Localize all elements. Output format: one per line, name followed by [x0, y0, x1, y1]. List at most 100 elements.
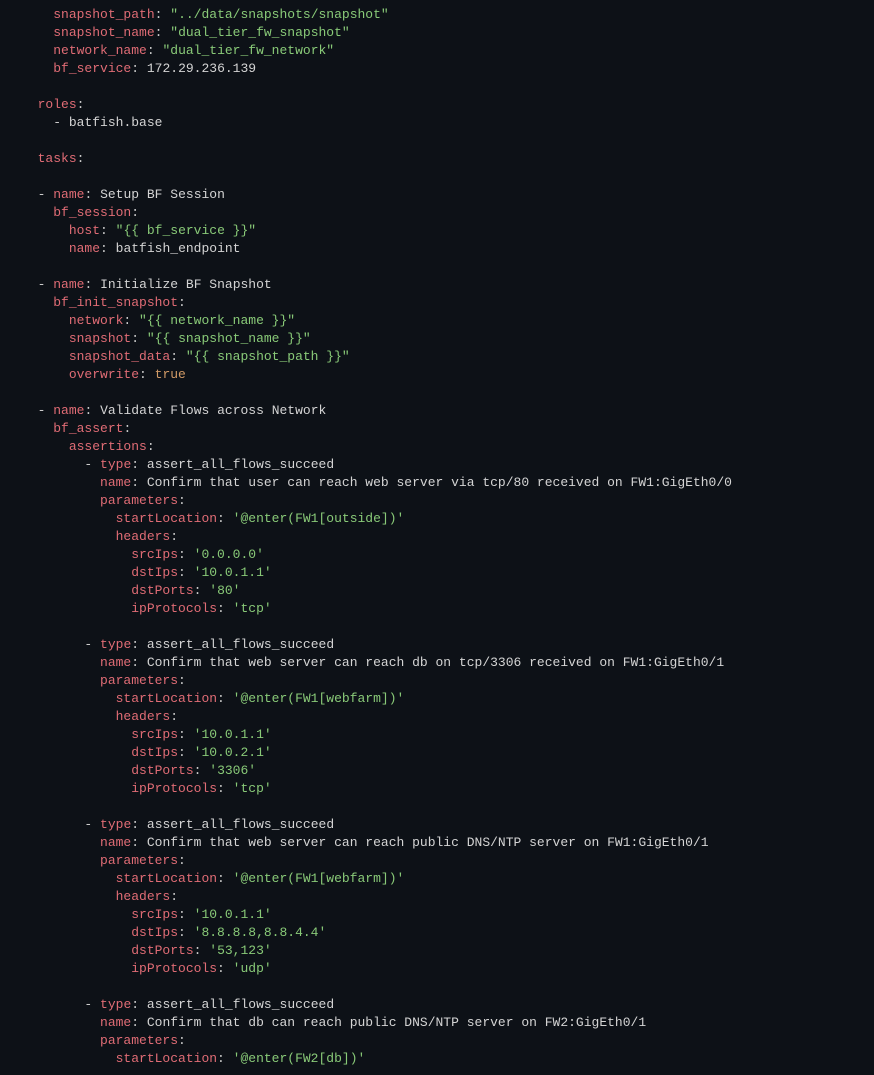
- code-line: ipProtocols: 'tcp': [22, 781, 272, 796]
- code-line: - type: assert_all_flows_succeed: [22, 637, 334, 652]
- yaml-key: startLocation: [116, 871, 217, 886]
- yaml-key: dstPorts: [131, 583, 193, 598]
- code-line: name: batfish_endpoint: [22, 241, 240, 256]
- yaml-scalar: Validate Flows across Network: [100, 403, 326, 418]
- yaml-key: tasks: [38, 151, 77, 166]
- code-line: - type: assert_all_flows_succeed: [22, 457, 334, 472]
- yaml-key: startLocation: [116, 691, 217, 706]
- yaml-string: 'tcp': [233, 781, 272, 796]
- code-line: roles:: [22, 97, 84, 112]
- yaml-scalar: Confirm that user can reach web server v…: [147, 475, 732, 490]
- code-line: - type: assert_all_flows_succeed: [22, 997, 334, 1012]
- code-line: - name: Initialize BF Snapshot: [22, 277, 272, 292]
- yaml-key: bf_init_snapshot: [53, 295, 178, 310]
- code-line: parameters:: [22, 673, 186, 688]
- yaml-key: network_name: [53, 43, 147, 58]
- code-line: name: Confirm that db can reach public D…: [22, 1015, 646, 1030]
- yaml-scalar: Setup BF Session: [100, 187, 225, 202]
- yaml-key: type: [100, 997, 131, 1012]
- code-line: headers:: [22, 709, 178, 724]
- yaml-string: 'udp': [233, 961, 272, 976]
- yaml-string: '10.0.1.1': [194, 907, 272, 922]
- yaml-scalar: assert_all_flows_succeed: [147, 997, 334, 1012]
- code-line: name: Confirm that web server can reach …: [22, 835, 709, 850]
- yaml-key: dstPorts: [131, 763, 193, 778]
- code-line: parameters:: [22, 493, 186, 508]
- code-line: parameters:: [22, 853, 186, 868]
- yaml-key: assertions: [69, 439, 147, 454]
- code-line: ipProtocols: 'udp': [22, 961, 272, 976]
- yaml-key: headers: [116, 709, 171, 724]
- yaml-key: bf_assert: [53, 421, 123, 436]
- code-line: startLocation: '@enter(FW1[webfarm])': [22, 691, 404, 706]
- yaml-key: headers: [116, 889, 171, 904]
- code-line: - batfish.base: [22, 115, 162, 130]
- yaml-string: '@enter(FW2[db])': [233, 1051, 366, 1066]
- code-line: name: Confirm that web server can reach …: [22, 655, 724, 670]
- code-line: srcIps: '10.0.1.1': [22, 907, 272, 922]
- yaml-string: '@enter(FW1[webfarm])': [233, 691, 405, 706]
- yaml-string: '@enter(FW1[outside])': [233, 511, 405, 526]
- yaml-key: snapshot: [69, 331, 131, 346]
- yaml-key: snapshot_name: [53, 25, 154, 40]
- yaml-key: snapshot_data: [69, 349, 170, 364]
- yaml-string: "../data/snapshots/snapshot": [170, 7, 388, 22]
- yaml-string: '0.0.0.0': [194, 547, 264, 562]
- code-line: parameters:: [22, 1033, 186, 1048]
- yaml-string: '80': [209, 583, 240, 598]
- code-line: host: "{{ bf_service }}": [22, 223, 256, 238]
- yaml-string: '53,123': [209, 943, 271, 958]
- code-line: assertions:: [22, 439, 155, 454]
- code-line: - name: Validate Flows across Network: [22, 403, 326, 418]
- yaml-scalar: batfish_endpoint: [116, 241, 241, 256]
- yaml-scalar: Initialize BF Snapshot: [100, 277, 272, 292]
- yaml-string: "{{ snapshot_name }}": [147, 331, 311, 346]
- yaml-string: "{{ snapshot_path }}": [186, 349, 350, 364]
- yaml-key: headers: [116, 529, 171, 544]
- yaml-string: '10.0.1.1': [194, 727, 272, 742]
- yaml-key: srcIps: [131, 727, 178, 742]
- code-line: headers:: [22, 889, 178, 904]
- code-line: startLocation: '@enter(FW1[webfarm])': [22, 871, 404, 886]
- yaml-string: "{{ bf_service }}": [116, 223, 256, 238]
- code-line: dstIps: '10.0.2.1': [22, 745, 272, 760]
- yaml-key: name: [53, 187, 84, 202]
- code-line: bf_init_snapshot:: [22, 295, 186, 310]
- code-line: startLocation: '@enter(FW2[db])': [22, 1051, 365, 1066]
- yaml-key: parameters: [100, 1033, 178, 1048]
- code-line: network: "{{ network_name }}": [22, 313, 295, 328]
- yaml-scalar: batfish.base: [69, 115, 163, 130]
- code-line: dstPorts: '3306': [22, 763, 256, 778]
- yaml-key: ipProtocols: [131, 601, 217, 616]
- yaml-string: "dual_tier_fw_network": [162, 43, 334, 58]
- yaml-key: name: [100, 835, 131, 850]
- code-line: snapshot_path: "../data/snapshots/snapsh…: [22, 7, 389, 22]
- yaml-key: snapshot_path: [53, 7, 154, 22]
- code-line: - name: Setup BF Session: [22, 187, 225, 202]
- yaml-scalar: Confirm that web server can reach public…: [147, 835, 709, 850]
- yaml-key: parameters: [100, 853, 178, 868]
- yaml-key: name: [100, 475, 131, 490]
- code-line: bf_service: 172.29.236.139: [22, 61, 256, 76]
- code-line: startLocation: '@enter(FW1[outside])': [22, 511, 404, 526]
- code-line: - type: assert_all_flows_succeed: [22, 817, 334, 832]
- yaml-key: parameters: [100, 673, 178, 688]
- yaml-string: "dual_tier_fw_snapshot": [170, 25, 349, 40]
- code-line: srcIps: '10.0.1.1': [22, 727, 272, 742]
- code-line: dstIps: '8.8.8.8,8.8.4.4': [22, 925, 326, 940]
- yaml-bool: true: [155, 367, 186, 382]
- yaml-string: '3306': [209, 763, 256, 778]
- yaml-scalar: Confirm that db can reach public DNS/NTP…: [147, 1015, 646, 1030]
- code-line: ipProtocols: 'tcp': [22, 601, 272, 616]
- yaml-key: srcIps: [131, 907, 178, 922]
- yaml-string: 'tcp': [233, 601, 272, 616]
- yaml-scalar: Confirm that web server can reach db on …: [147, 655, 724, 670]
- code-line: dstPorts: '53,123': [22, 943, 272, 958]
- yaml-key: bf_session: [53, 205, 131, 220]
- yaml-key: host: [69, 223, 100, 238]
- yaml-key: type: [100, 817, 131, 832]
- yaml-scalar: 172.29.236.139: [147, 61, 256, 76]
- yaml-key: network: [69, 313, 124, 328]
- yaml-string: '10.0.1.1': [194, 565, 272, 580]
- yaml-scalar: assert_all_flows_succeed: [147, 637, 334, 652]
